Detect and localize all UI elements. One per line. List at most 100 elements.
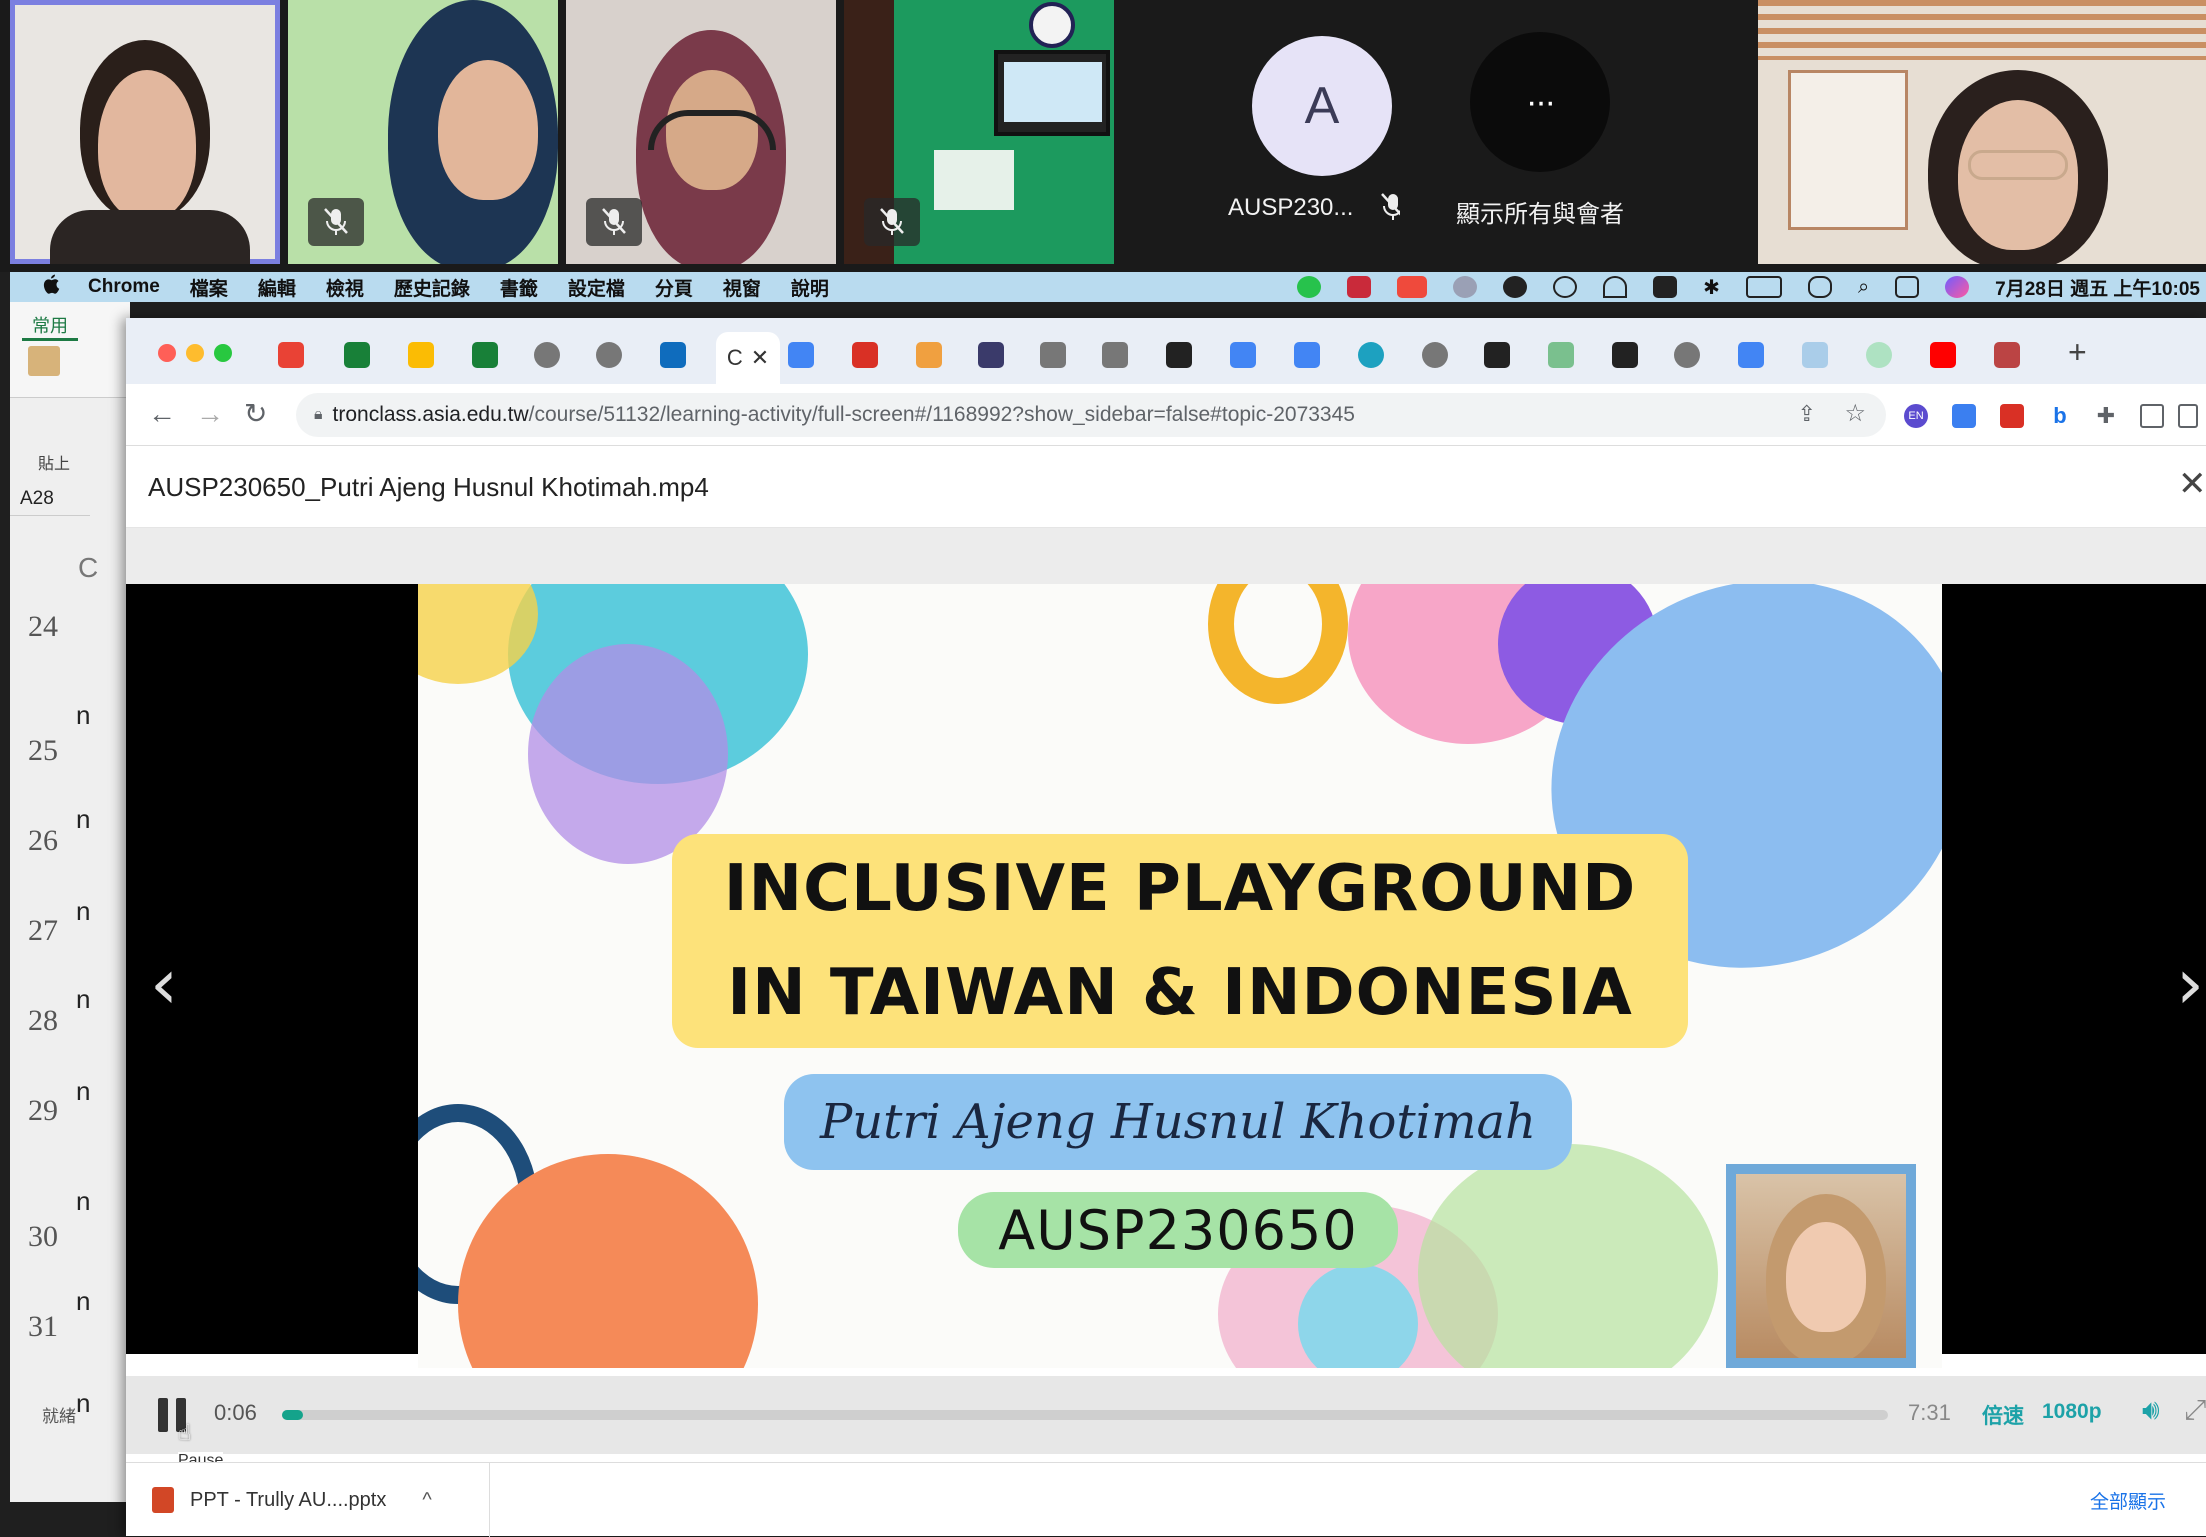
translate-ext-icon[interactable]: EN (1904, 404, 1928, 428)
bluetooth-icon[interactable]: ✱ (1703, 275, 1720, 300)
tab-icon[interactable] (1548, 342, 1574, 368)
show-all-participants-button[interactable]: ··· 顯示所有與會者 (1430, 0, 1690, 264)
menu-view[interactable]: 檢視 (326, 274, 364, 301)
docs-tab-icon[interactable] (1294, 342, 1320, 368)
row-number[interactable]: 31 (10, 1310, 76, 1344)
gmail-tab-icon[interactable] (278, 342, 304, 368)
download-item[interactable]: PPT - Trully AU....pptx ^ (126, 1463, 490, 1537)
omnibox[interactable]: 🔒︎ tronclass.asia.edu.tw/course/51132/le… (296, 393, 1886, 437)
volume-icon[interactable]: 🔊︎ (2142, 1394, 2160, 1427)
extensions-puzzle-icon[interactable]: ✚ (2094, 404, 2118, 428)
chatgpt-tab-icon[interactable] (1484, 342, 1510, 368)
web-tab-icon[interactable] (1422, 342, 1448, 368)
menu-file[interactable]: 檔案 (190, 274, 228, 301)
participant-tile-2[interactable] (288, 0, 558, 264)
play-icon[interactable] (1553, 276, 1578, 298)
translate-tab-icon[interactable] (1738, 342, 1764, 368)
column-header[interactable]: C (78, 552, 98, 584)
side-panel-icon[interactable] (2178, 404, 2198, 428)
drive-tab-icon[interactable] (408, 342, 434, 368)
web-tab-icon[interactable] (534, 342, 560, 368)
reading-list-icon[interactable] (2140, 404, 2164, 428)
row-number[interactable]: 26 (10, 824, 76, 858)
row-number[interactable]: 25 (10, 734, 76, 768)
show-all-downloads-link[interactable]: 全部顯示 (2090, 1487, 2166, 1514)
ribbon-tab-home[interactable]: 常用 (22, 312, 78, 341)
lock-icon[interactable]: 🔒︎ (314, 406, 323, 424)
menu-app-name[interactable]: Chrome (88, 276, 160, 298)
active-tab[interactable]: C ✕ (716, 332, 780, 384)
menu-history[interactable]: 歷史記錄 (394, 274, 470, 301)
row-number[interactable]: 27 (10, 914, 76, 948)
row-number[interactable]: 28 (10, 1004, 76, 1038)
cell-text[interactable]: n (76, 1186, 106, 1217)
row-number[interactable]: 30 (10, 1220, 76, 1254)
tab-icon[interactable] (1994, 342, 2020, 368)
link-icon[interactable] (1807, 276, 1832, 298)
new-tab-button[interactable]: + (2068, 334, 2087, 371)
tab-icon[interactable] (1166, 342, 1192, 368)
cell-text[interactable]: n (76, 896, 106, 927)
sheets-tab-icon[interactable] (344, 342, 370, 368)
speed-button[interactable]: 倍速 (1982, 1400, 2024, 1430)
cell-text[interactable]: n (76, 1076, 106, 1107)
sheets-tab-icon[interactable] (472, 342, 498, 368)
download-menu-caret[interactable]: ^ (422, 1489, 431, 1512)
tab-icon[interactable] (1802, 342, 1828, 368)
back-button[interactable]: ← (148, 400, 176, 428)
pdf-tab-icon[interactable] (852, 342, 878, 368)
dropbox-icon[interactable] (1347, 276, 1372, 298)
menu-bookmarks[interactable]: 書籤 (500, 274, 538, 301)
control-center-icon[interactable] (1895, 276, 1920, 298)
bookmark-star-icon[interactable]: ☆ (1844, 399, 1866, 428)
participant-tile-1[interactable] (10, 0, 280, 264)
menubar-datetime[interactable]: 7月28日 週五 上午10:05 (1995, 274, 2200, 301)
forward-button[interactable]: → (196, 400, 224, 428)
outlook-tab-icon[interactable] (660, 342, 686, 368)
webex-icon[interactable] (1453, 276, 1478, 298)
tab-icon[interactable] (978, 342, 1004, 368)
menu-edit[interactable]: 編輯 (258, 274, 296, 301)
minimize-window-button[interactable] (186, 344, 204, 362)
recorder-icon[interactable] (1397, 276, 1428, 298)
video-player[interactable]: ‹ › INCLUSIVE PLAYGROUND IN TAIWAN & IND… (126, 584, 2206, 1368)
cell-text[interactable]: n (76, 1286, 106, 1317)
tab-icon[interactable] (1102, 342, 1128, 368)
cell-text[interactable]: n (76, 1388, 106, 1419)
web-tab-icon[interactable] (596, 342, 622, 368)
search-icon[interactable]: ⌕ (1858, 276, 1869, 299)
calendar-tab-icon[interactable] (788, 342, 814, 368)
participant-avatar-tile[interactable]: A AUSP230... (1180, 0, 1400, 264)
next-arrow-icon[interactable]: › (2176, 949, 2204, 1019)
zoom-window-button[interactable] (214, 344, 232, 362)
tab-icon[interactable] (1358, 342, 1384, 368)
menu-window[interactable]: 視窗 (723, 274, 761, 301)
close-tab-icon[interactable]: ✕ (751, 345, 769, 371)
menu-help[interactable]: 說明 (791, 274, 829, 301)
menu-tab[interactable]: 分頁 (655, 274, 693, 301)
docs-tab-icon[interactable] (1230, 342, 1256, 368)
apple-logo-icon[interactable] (40, 273, 60, 301)
bing-ext-icon[interactable]: b (2048, 404, 2072, 428)
row-number[interactable]: 24 (10, 610, 76, 644)
close-viewer-button[interactable]: ✕ (2178, 464, 2206, 504)
cell-text[interactable]: n (76, 804, 106, 835)
paste-icon[interactable] (28, 346, 60, 376)
tab-icon[interactable] (1040, 342, 1066, 368)
participant-tile-3[interactable] (566, 0, 836, 264)
tab-icon[interactable] (1612, 342, 1638, 368)
e-tab-icon[interactable] (916, 342, 942, 368)
pdf-ext-icon[interactable] (2000, 404, 2024, 428)
input-method-icon[interactable] (1653, 276, 1678, 298)
menu-profiles[interactable]: 設定檔 (568, 274, 625, 301)
participant-tile-4[interactable] (844, 0, 1114, 264)
web-tab-icon[interactable] (1674, 342, 1700, 368)
youtube-tab-icon[interactable] (1930, 342, 1956, 368)
grammarly-icon[interactable] (1503, 276, 1528, 298)
participant-tile-presenter[interactable] (1758, 0, 2206, 264)
close-window-button[interactable] (158, 344, 176, 362)
cell-text[interactable]: n (76, 984, 106, 1015)
name-box[interactable]: A28 (10, 480, 90, 516)
airplay-icon[interactable] (1603, 276, 1628, 298)
tab-icon[interactable] (1866, 342, 1892, 368)
